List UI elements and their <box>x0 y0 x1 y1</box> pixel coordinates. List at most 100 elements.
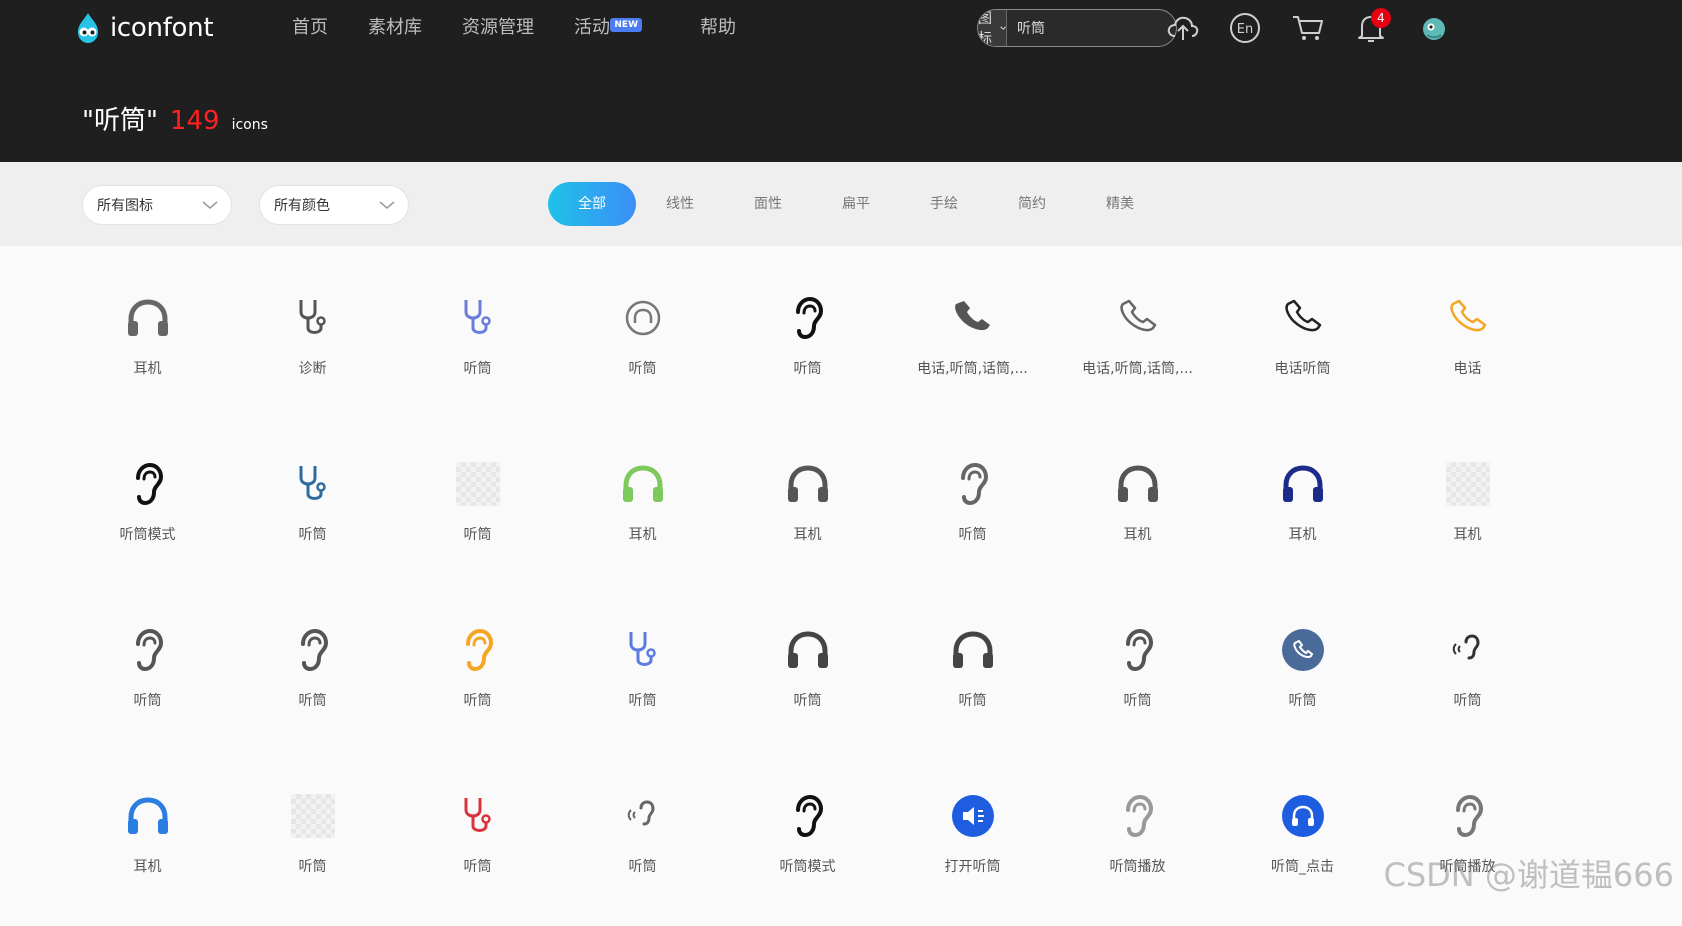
phone-outline-icon <box>1440 290 1496 346</box>
icon-card[interactable]: 诊断 <box>230 262 395 428</box>
icon-card[interactable]: 电话,听筒,话筒,... <box>1055 262 1220 428</box>
icon-type-select[interactable]: 所有图标 <box>82 185 232 225</box>
nav-help[interactable]: 帮助 <box>680 14 756 42</box>
nav-resources[interactable]: 资源管理 <box>442 14 554 42</box>
phone-circle-icon <box>1275 622 1331 678</box>
stethoscope-icon <box>450 290 506 346</box>
icon-card[interactable]: 听筒 <box>395 262 560 428</box>
icon-card[interactable]: 听筒 <box>560 760 725 926</box>
result-count: 149 <box>170 106 220 136</box>
ear-sound-icon <box>615 788 671 844</box>
icon-card-label: 听筒 <box>1289 690 1317 710</box>
filter-bar: 所有图标 所有颜色 全部 线性 面性 扁平 手绘 简约 精美 <box>0 162 1682 246</box>
nav-activity[interactable]: 活动 NEW <box>554 14 680 42</box>
ear-icon <box>120 622 176 678</box>
chevron-down-icon <box>201 199 219 211</box>
upload-button[interactable] <box>1165 10 1201 46</box>
icon-card-label: 听筒 <box>299 690 327 710</box>
icon-card-label: 耳机 <box>794 524 822 544</box>
search-result-title: "听筒" 149 icons <box>82 100 268 137</box>
icon-card-label: 电话听筒 <box>1275 358 1331 378</box>
stethoscope-icon <box>285 456 341 512</box>
icon-card[interactable]: 听筒 <box>395 428 560 594</box>
icon-card[interactable]: 听筒 <box>890 594 1055 760</box>
icon-color-select[interactable]: 所有颜色 <box>259 185 409 225</box>
stethoscope-icon <box>285 290 341 346</box>
language-button[interactable]: En <box>1227 10 1263 46</box>
new-badge: NEW <box>610 18 642 32</box>
watermark: CSDN @谢道韫666 <box>1384 850 1675 896</box>
ear-sound-icon <box>1440 622 1496 678</box>
icon-card[interactable]: 听筒 <box>65 594 230 760</box>
headphones-icon <box>780 456 836 512</box>
icon-card-label: 耳机 <box>1289 524 1317 544</box>
icon-card[interactable]: 打开听筒 <box>890 760 1055 926</box>
icon-card-label: 听筒 <box>464 524 492 544</box>
icon-card[interactable]: 听筒 <box>1385 594 1550 760</box>
icon-card[interactable]: 听筒 <box>395 594 560 760</box>
icon-card[interactable]: 听筒 <box>725 594 890 760</box>
icon-card[interactable]: 耳机 <box>1055 428 1220 594</box>
icon-card[interactable]: 听筒 <box>890 428 1055 594</box>
cart-button[interactable] <box>1290 10 1326 46</box>
icon-card-label: 打开听筒 <box>945 856 1001 876</box>
icon-card[interactable]: 耳机 <box>725 428 890 594</box>
icon-card[interactable]: 电话,听筒,话筒,... <box>890 262 1055 428</box>
tab-flat[interactable]: 扁平 <box>812 182 900 226</box>
icon-card[interactable]: 听筒 <box>395 760 560 926</box>
icon-card[interactable]: 耳机 <box>65 262 230 428</box>
tab-filled[interactable]: 面性 <box>724 182 812 226</box>
icon-card[interactable]: 听筒播放 <box>1385 760 1550 926</box>
search-type-select[interactable]: 图标 <box>978 10 1007 46</box>
cart-icon <box>1291 13 1325 43</box>
iconfont-logo[interactable]: iconfont <box>70 8 213 48</box>
nav-library[interactable]: 素材库 <box>348 14 442 42</box>
icon-card[interactable]: 听筒 <box>560 262 725 428</box>
tab-minimal[interactable]: 简约 <box>988 182 1076 226</box>
icon-card-label: 听筒_点击 <box>1271 856 1334 876</box>
icon-card[interactable]: 听筒_点击 <box>1220 760 1385 926</box>
speaker-circle-icon <box>945 788 1001 844</box>
icon-card[interactable]: 听筒模式 <box>65 428 230 594</box>
search-input[interactable] <box>1007 10 1177 46</box>
headphones-icon <box>120 788 176 844</box>
user-avatar[interactable] <box>1416 10 1452 46</box>
headphones-icon <box>615 456 671 512</box>
icon-card[interactable]: 耳机 <box>560 428 725 594</box>
icon-card-label: 耳机 <box>1124 524 1152 544</box>
icon-card[interactable]: 听筒 <box>230 760 395 926</box>
icon-card-label: 听筒 <box>629 856 657 876</box>
icon-card[interactable]: 听筒播放 <box>1055 760 1220 926</box>
icon-card[interactable]: 听筒 <box>230 594 395 760</box>
icon-card-label: 电话,听筒,话筒,... <box>1082 358 1193 378</box>
icon-card[interactable]: 听筒 <box>725 262 890 428</box>
icon-card[interactable]: 听筒 <box>560 594 725 760</box>
icon-card[interactable]: 听筒 <box>1220 594 1385 760</box>
top-header: iconfont 首页 素材库 资源管理 活动 NEW 帮助 图标 <box>0 0 1682 162</box>
icon-card[interactable]: 听筒 <box>230 428 395 594</box>
tab-refined[interactable]: 精美 <box>1076 182 1164 226</box>
icon-card[interactable]: 听筒模式 <box>725 760 890 926</box>
icon-card-label: 听筒 <box>959 524 987 544</box>
main-nav: 首页 素材库 资源管理 活动 NEW 帮助 <box>292 14 756 42</box>
tab-all[interactable]: 全部 <box>548 182 636 226</box>
tab-hand-drawn[interactable]: 手绘 <box>900 182 988 226</box>
icon-card[interactable]: 电话 <box>1385 262 1550 428</box>
notification-button[interactable]: 4 <box>1353 10 1389 46</box>
nav-home[interactable]: 首页 <box>292 14 348 42</box>
icon-card[interactable]: 听筒 <box>1055 594 1220 760</box>
icon-card[interactable]: 耳机 <box>65 760 230 926</box>
ear-icon <box>780 290 836 346</box>
icon-card[interactable]: 耳机 <box>1220 428 1385 594</box>
result-unit: icons <box>232 117 268 133</box>
icon-card[interactable]: 电话听筒 <box>1220 262 1385 428</box>
headphones-icon <box>1275 456 1331 512</box>
stethoscope-icon <box>450 788 506 844</box>
tab-linear[interactable]: 线性 <box>636 182 724 226</box>
icon-card-label: 电话 <box>1454 358 1482 378</box>
headphones-circle-fill-icon <box>1275 788 1331 844</box>
chevron-down-icon <box>1000 23 1006 33</box>
icon-card[interactable]: 耳机 <box>1385 428 1550 594</box>
logo-mascot-icon <box>70 10 106 46</box>
headphones-icon <box>120 290 176 346</box>
